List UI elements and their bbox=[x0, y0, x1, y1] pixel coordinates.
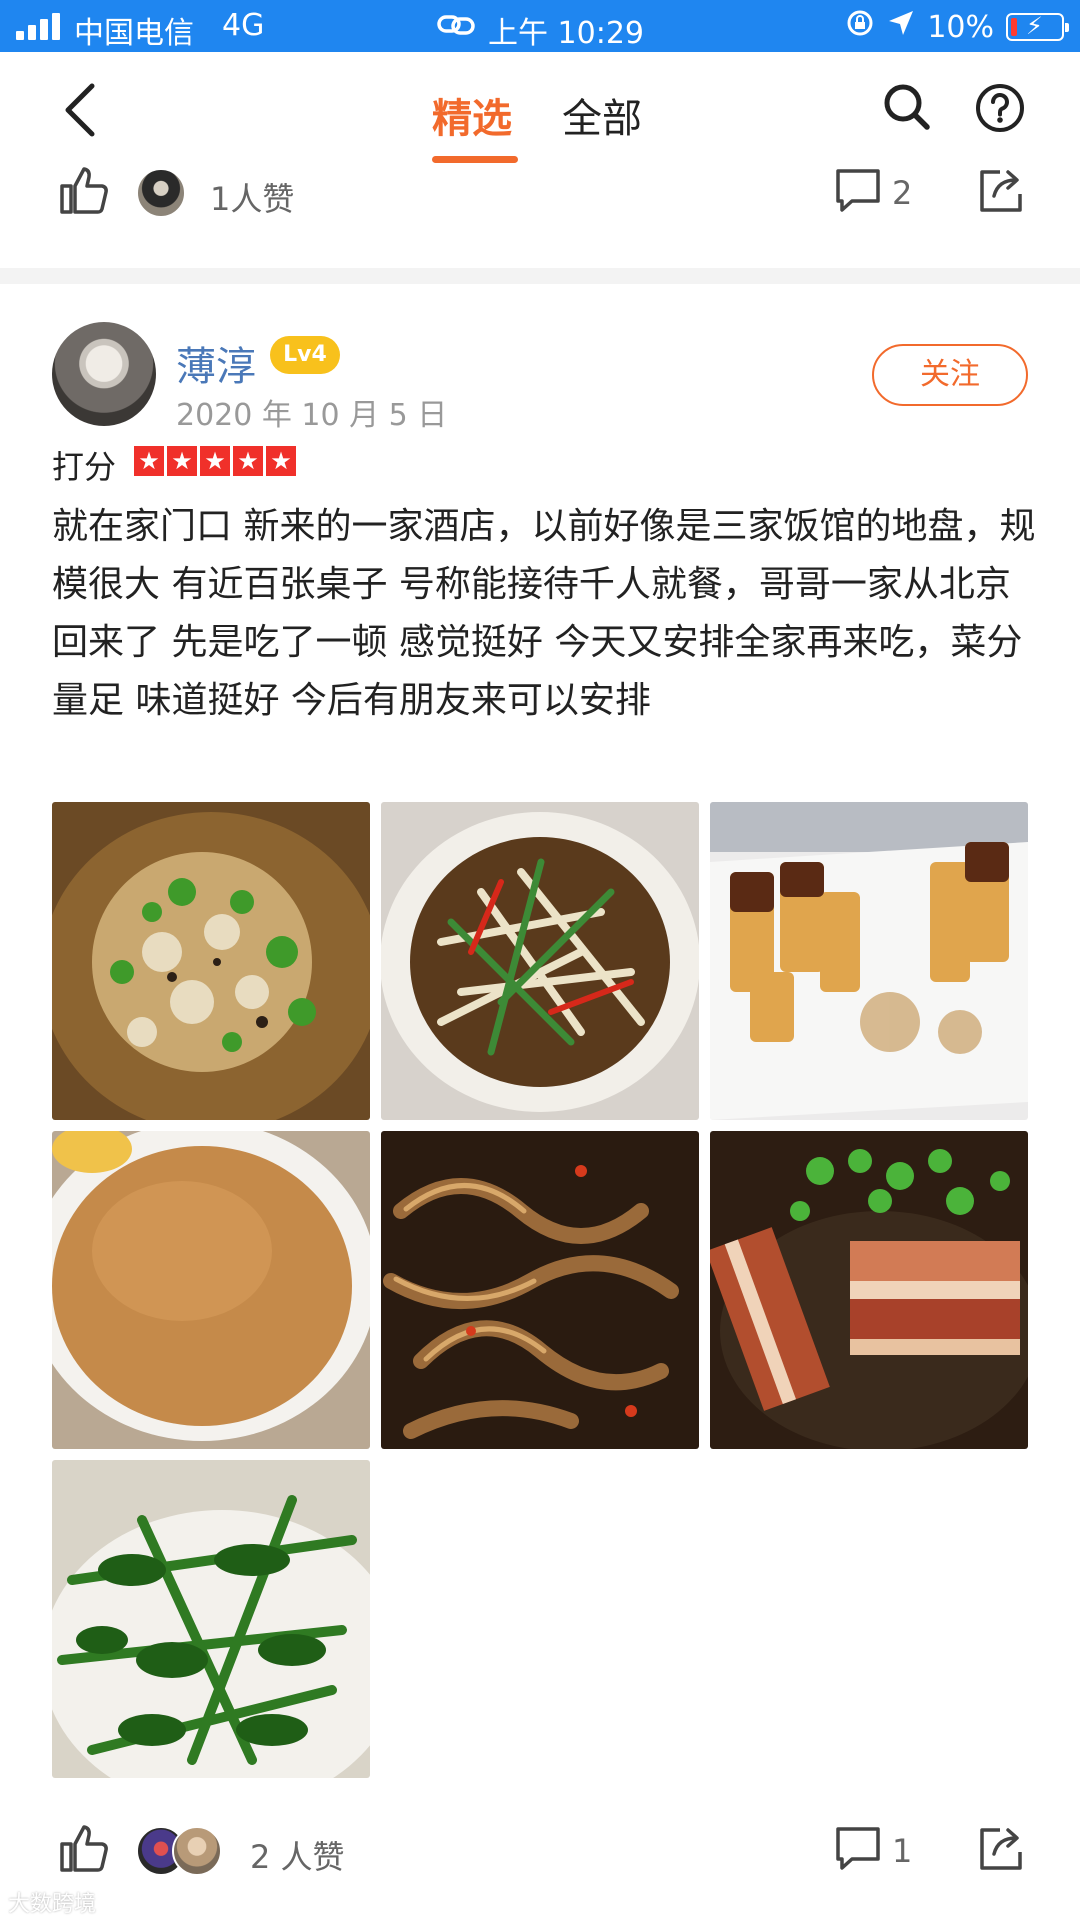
comment-icon[interactable] bbox=[834, 1824, 882, 1876]
watermark: 大数跨境 bbox=[8, 1892, 97, 1917]
thumbs-up-icon[interactable] bbox=[58, 1822, 110, 1878]
level-badge: Lv4 bbox=[270, 336, 340, 374]
section-divider bbox=[0, 268, 1080, 284]
comment-count[interactable]: 1 bbox=[892, 1832, 912, 1870]
food-photo-braised-pork[interactable] bbox=[710, 1131, 1028, 1449]
star-icon: ★ bbox=[266, 446, 296, 476]
likes-count[interactable]: 1人赞 bbox=[210, 174, 294, 220]
food-photo-rice-dome[interactable] bbox=[52, 1131, 370, 1449]
liker-avatar[interactable] bbox=[136, 168, 186, 218]
battery-icon: ⚡ bbox=[1006, 12, 1069, 41]
author-avatar[interactable] bbox=[52, 322, 156, 426]
food-photo-eel[interactable] bbox=[381, 1131, 699, 1449]
tab-all[interactable]: 全部 bbox=[562, 86, 642, 144]
battery-percent: 10% bbox=[927, 9, 994, 45]
post-actions: 2 人赞 1 bbox=[0, 1814, 1080, 1894]
star-icon: ★ bbox=[233, 446, 263, 476]
food-photo-stirfried-tofu-skin[interactable] bbox=[381, 802, 699, 1120]
network-type: 4G bbox=[222, 8, 265, 43]
clock: 上午 10:29 bbox=[488, 16, 644, 51]
status-bar: 中国电信 4G 上午 10:29 10% ⚡ bbox=[0, 0, 1080, 52]
tab-featured[interactable]: 精选 bbox=[432, 86, 512, 144]
food-photo-greens[interactable] bbox=[52, 1460, 370, 1778]
share-icon[interactable] bbox=[978, 1822, 1026, 1876]
food-photo-boiled-fish[interactable] bbox=[52, 802, 370, 1120]
rating-label: 打分 bbox=[52, 448, 117, 486]
post-text: 就在家门口 新来的一家酒店，以前好像是三家饭馆的地盘，规模很大 有近百张桌子 号… bbox=[52, 506, 1036, 721]
comment-icon[interactable] bbox=[834, 166, 882, 218]
likes-count[interactable]: 2 人赞 bbox=[250, 1832, 345, 1878]
comment-count[interactable]: 2 bbox=[892, 174, 912, 212]
signal-icon bbox=[16, 12, 62, 40]
search-icon[interactable] bbox=[882, 82, 932, 136]
post-date: 2020 年 10 月 5 日 bbox=[176, 398, 448, 433]
liker-avatar[interactable] bbox=[172, 1826, 222, 1876]
follow-button[interactable]: 关注 bbox=[872, 344, 1028, 406]
help-icon[interactable] bbox=[974, 82, 1026, 138]
orientation-lock-icon bbox=[845, 8, 875, 46]
share-icon[interactable] bbox=[978, 164, 1026, 218]
previous-post-actions: 1人赞 2 bbox=[0, 156, 1080, 236]
back-arrow-icon[interactable] bbox=[60, 82, 100, 142]
link-icon bbox=[436, 10, 476, 48]
star-icon: ★ bbox=[167, 446, 197, 476]
carrier-name: 中国电信 bbox=[74, 16, 194, 51]
thumbs-up-icon[interactable] bbox=[58, 164, 110, 220]
rating-stars: ★ ★ ★ ★ ★ bbox=[134, 446, 296, 476]
star-icon: ★ bbox=[200, 446, 230, 476]
star-icon: ★ bbox=[134, 446, 164, 476]
location-arrow-icon bbox=[887, 9, 915, 45]
food-photo-fried-tofu[interactable] bbox=[710, 802, 1028, 1120]
author-name[interactable]: 薄淳 bbox=[176, 334, 256, 392]
top-nav: 精选 全部 bbox=[0, 52, 1080, 166]
